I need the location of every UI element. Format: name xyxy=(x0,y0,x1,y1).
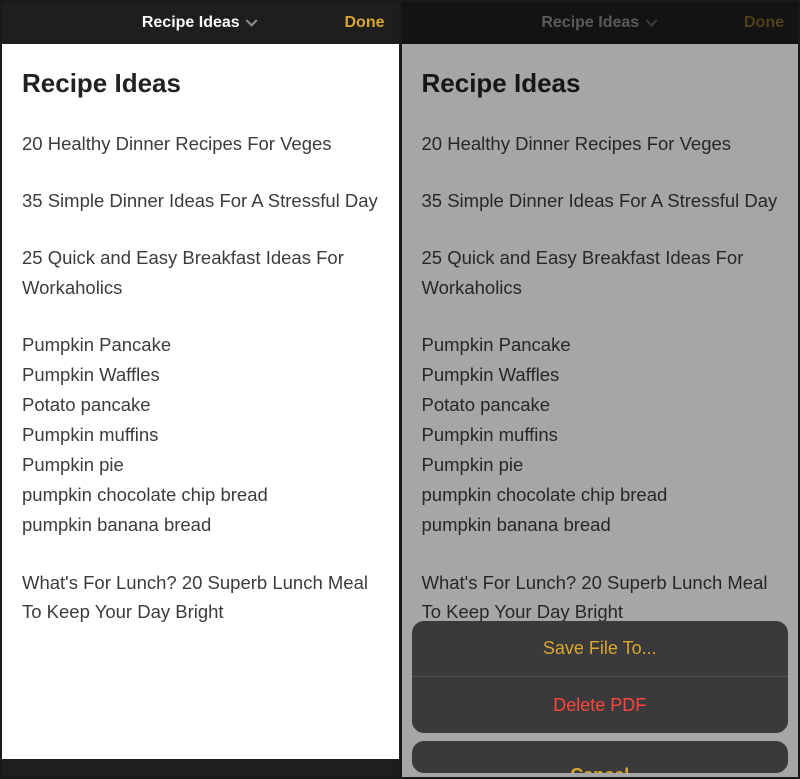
navbar: Recipe Ideas Done xyxy=(402,2,799,44)
navbar-title: Recipe Ideas xyxy=(541,14,639,32)
list-item: Pumpkin Pancake xyxy=(22,330,379,360)
folder-picker[interactable]: Recipe Ideas xyxy=(142,14,259,32)
list-item: Pumpkin Pancake xyxy=(422,330,779,360)
list-item: pumpkin chocolate chip bread xyxy=(422,480,779,510)
folder-picker: Recipe Ideas xyxy=(541,14,658,32)
navbar-title: Recipe Ideas xyxy=(142,14,240,32)
list-item: Pumpkin muffins xyxy=(22,420,379,450)
notes-editor-pane-right: Recipe Ideas Done Recipe Ideas 20 Health… xyxy=(400,0,800,779)
chevron-down-icon xyxy=(644,16,658,30)
chevron-down-icon xyxy=(245,16,259,30)
note-block: 20 Healthy Dinner Recipes For Veges xyxy=(22,129,379,158)
note-block: 25 Quick and Easy Breakfast Ideas For Wo… xyxy=(22,243,379,301)
list-item: Pumpkin pie xyxy=(422,450,779,480)
list-item: Pumpkin Waffles xyxy=(22,360,379,390)
note-body[interactable]: Recipe Ideas 20 Healthy Dinner Recipes F… xyxy=(2,44,399,759)
list-item: pumpkin chocolate chip bread xyxy=(22,480,379,510)
delete-pdf-button[interactable]: Delete PDF xyxy=(412,677,789,733)
note-block: 20 Healthy Dinner Recipes For Veges xyxy=(422,129,779,158)
toolbar xyxy=(2,759,399,777)
note-title: Recipe Ideas xyxy=(22,68,379,99)
list-item: pumpkin banana bread xyxy=(422,510,779,540)
list-item: Potato pancake xyxy=(422,390,779,420)
list-item: Pumpkin pie xyxy=(22,450,379,480)
cancel-label: Cancel xyxy=(570,765,629,773)
list-item: pumpkin banana bread xyxy=(22,510,379,540)
done-button[interactable]: Done xyxy=(345,14,385,32)
note-list: Pumpkin Pancake Pumpkin Waffles Potato p… xyxy=(22,330,379,540)
note-block: What's For Lunch? 20 Superb Lunch Meal T… xyxy=(22,568,379,626)
note-block: What's For Lunch? 20 Superb Lunch Meal T… xyxy=(422,568,779,626)
save-file-to-button[interactable]: Save File To... xyxy=(412,621,789,677)
action-sheet: Save File To... Delete PDF Cancel xyxy=(412,621,789,773)
note-block: 25 Quick and Easy Breakfast Ideas For Wo… xyxy=(422,243,779,301)
list-item: Pumpkin muffins xyxy=(422,420,779,450)
notes-editor-pane-left: Recipe Ideas Done Recipe Ideas 20 Health… xyxy=(0,0,400,779)
action-sheet-group: Save File To... Delete PDF xyxy=(412,621,789,733)
note-block: 35 Simple Dinner Ideas For A Stressful D… xyxy=(422,186,779,215)
list-item: Pumpkin Waffles xyxy=(422,360,779,390)
list-item: Potato pancake xyxy=(22,390,379,420)
cancel-button[interactable]: Cancel xyxy=(412,741,789,773)
navbar: Recipe Ideas Done xyxy=(2,2,399,44)
done-button: Done xyxy=(744,14,784,32)
note-block: 35 Simple Dinner Ideas For A Stressful D… xyxy=(22,186,379,215)
note-title: Recipe Ideas xyxy=(422,68,779,99)
note-list: Pumpkin Pancake Pumpkin Waffles Potato p… xyxy=(422,330,779,540)
